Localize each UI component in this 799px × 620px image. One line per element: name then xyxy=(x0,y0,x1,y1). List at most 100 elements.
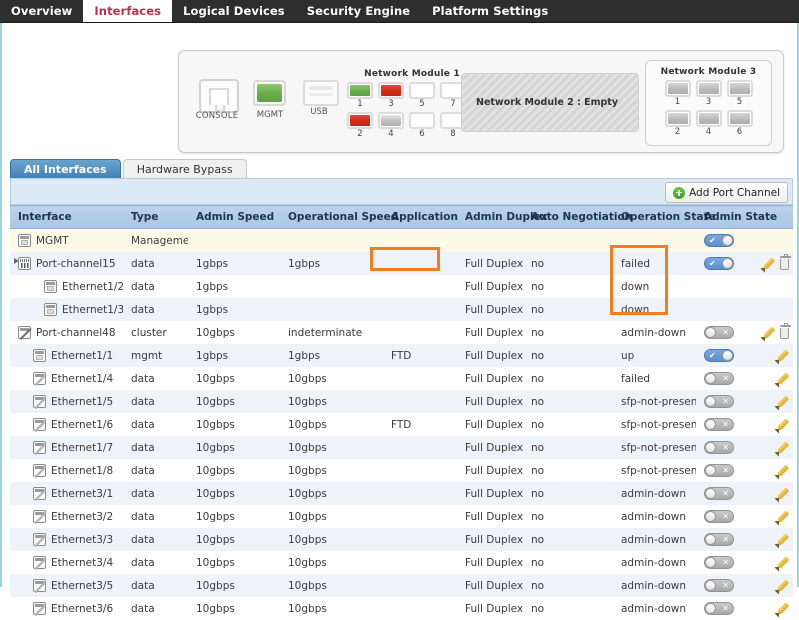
admin-state-toggle[interactable]: ✔ xyxy=(704,234,734,247)
table-row[interactable]: Ethernet1/7data10gbps10gbpsFull Duplexno… xyxy=(10,436,793,459)
cell-operational-speed xyxy=(280,229,383,253)
cell-operation-state: failed xyxy=(613,252,696,275)
port-module3-4[interactable] xyxy=(696,110,722,127)
port-module1-6[interactable] xyxy=(409,112,435,129)
edit-pencil-icon[interactable] xyxy=(776,395,789,408)
table-row[interactable]: Ethernet1/3data1gbpsFull Duplexnodown xyxy=(10,298,793,321)
edit-pencil-icon[interactable] xyxy=(762,326,775,339)
interface-name: Ethernet1/3 xyxy=(62,304,123,316)
cell-operational-speed: 10gbps xyxy=(280,413,383,436)
column-header-admin-speed[interactable]: Admin Speed xyxy=(188,206,280,229)
column-header-type[interactable]: Type xyxy=(123,206,188,229)
interface-name: Ethernet3/1 xyxy=(51,488,113,500)
admin-state-toggle[interactable]: ✕ xyxy=(704,372,734,385)
add-port-channel-button[interactable]: Add Port Channel xyxy=(665,182,788,203)
table-row[interactable]: Ethernet1/4data10gbps10gbpsFull Duplexno… xyxy=(10,367,793,390)
edit-pencil-icon[interactable] xyxy=(776,556,789,569)
table-row[interactable]: Port-channel15data1gbps1gbpsFull Duplexn… xyxy=(10,252,793,275)
admin-state-toggle[interactable]: ✕ xyxy=(704,441,734,454)
cell-auto-negotiation xyxy=(523,229,613,253)
port-module3-6[interactable] xyxy=(727,110,753,127)
table-row[interactable]: MGMTManagement✔ xyxy=(10,229,793,253)
admin-state-toggle[interactable]: ✕ xyxy=(704,464,734,477)
nav-tab-logical-devices[interactable]: Logical Devices xyxy=(172,0,296,22)
cell-auto-negotiation: no xyxy=(523,597,613,620)
cell-operation-state: sfp-not-present xyxy=(613,459,696,482)
mgmt-port-icon[interactable] xyxy=(253,80,286,106)
column-header-operational-speed[interactable]: Operational Speed xyxy=(280,206,383,229)
cell-auto-negotiation: no xyxy=(523,298,613,321)
subtab-all-interfaces[interactable]: All Interfaces xyxy=(10,159,121,179)
nav-tab-interfaces[interactable]: Interfaces xyxy=(83,0,172,22)
interface-name: Ethernet1/8 xyxy=(51,465,113,477)
column-header-auto-negotiation[interactable]: Auto Negotiation xyxy=(523,206,613,229)
column-header-application[interactable]: Application xyxy=(383,206,457,229)
cross-icon: ✕ xyxy=(722,396,729,407)
admin-state-toggle[interactable]: ✔ xyxy=(704,257,734,270)
port-module1-1[interactable] xyxy=(347,82,373,99)
delete-trash-icon[interactable] xyxy=(780,259,789,270)
table-row[interactable]: Ethernet1/1mgmt1gbps1gbpsFTDFull Duplexn… xyxy=(10,344,793,367)
edit-pencil-icon[interactable] xyxy=(762,257,775,270)
table-row[interactable]: Ethernet3/1data10gbps10gbpsFull Duplexno… xyxy=(10,482,793,505)
nav-tab-platform-settings[interactable]: Platform Settings xyxy=(421,0,559,22)
edit-pencil-icon[interactable] xyxy=(776,418,789,431)
subtab-hardware-bypass[interactable]: Hardware Bypass xyxy=(123,159,247,179)
toggle-knob xyxy=(722,258,733,269)
delete-trash-icon[interactable] xyxy=(780,328,789,339)
cell-application xyxy=(383,482,457,505)
table-body: MGMTManagement✔Port-channel15data1gbps1g… xyxy=(10,229,793,620)
network-module-2-title: Network Module 2 : Empty xyxy=(462,97,618,108)
table-row[interactable]: Ethernet3/2data10gbps10gbpsFull Duplexno… xyxy=(10,505,793,528)
edit-pencil-icon[interactable] xyxy=(776,510,789,523)
admin-state-toggle[interactable]: ✕ xyxy=(704,510,734,523)
port-module1-4[interactable] xyxy=(378,112,404,129)
table-row[interactable]: Ethernet3/4data10gbps10gbpsFull Duplexno… xyxy=(10,551,793,574)
edit-pencil-icon[interactable] xyxy=(776,487,789,500)
admin-state-toggle[interactable]: ✔ xyxy=(704,349,734,362)
port-module3-5[interactable] xyxy=(727,80,753,97)
table-row[interactable]: Ethernet1/6data10gbps10gbpsFTDFull Duple… xyxy=(10,413,793,436)
cell-interface: Ethernet1/1 xyxy=(10,344,123,367)
port-module3-2[interactable] xyxy=(665,110,691,127)
admin-state-toggle[interactable]: ✕ xyxy=(704,487,734,500)
admin-state-toggle[interactable]: ✕ xyxy=(704,395,734,408)
nav-tab-overview[interactable]: Overview xyxy=(0,0,83,22)
port-module1-3[interactable] xyxy=(378,82,404,99)
table-row[interactable]: Ethernet3/6data10gbps10gbpsFull Duplexno… xyxy=(10,597,793,620)
table-row[interactable]: Ethernet1/5data10gbps10gbpsFull Duplexno… xyxy=(10,390,793,413)
table-row[interactable]: Ethernet1/8data10gbps10gbpsFull Duplexno… xyxy=(10,459,793,482)
port-module3-1[interactable] xyxy=(665,80,691,97)
table-row[interactable]: Ethernet1/2data1gbpsFull Duplexnodown xyxy=(10,275,793,298)
admin-state-toggle[interactable]: ✕ xyxy=(704,326,734,339)
edit-pencil-icon[interactable] xyxy=(776,602,789,615)
port-module1-5[interactable] xyxy=(409,82,435,99)
table-row[interactable]: Ethernet3/3data10gbps10gbpsFull Duplexno… xyxy=(10,528,793,551)
column-header-admin-duplex[interactable]: Admin Duplex xyxy=(457,206,523,229)
edit-pencil-icon[interactable] xyxy=(776,372,789,385)
admin-state-toggle[interactable]: ✕ xyxy=(704,602,734,615)
edit-pencil-icon[interactable] xyxy=(776,441,789,454)
admin-state-toggle[interactable]: ✕ xyxy=(704,556,734,569)
column-header-interface[interactable]: Interface xyxy=(10,206,123,229)
table-row[interactable]: Port-channel48cluster10gbpsindeterminate… xyxy=(10,321,793,344)
column-header-admin-state[interactable]: Admin State xyxy=(696,206,793,229)
column-header-operation-state[interactable]: Operation State xyxy=(613,206,696,229)
port-module3-3[interactable] xyxy=(696,80,722,97)
interface-name: Ethernet3/2 xyxy=(51,511,113,523)
edit-pencil-icon[interactable] xyxy=(776,464,789,477)
nav-tab-security-engine[interactable]: Security Engine xyxy=(296,0,421,22)
admin-state-toggle[interactable]: ✕ xyxy=(704,418,734,431)
port-module1-2[interactable] xyxy=(347,112,373,129)
edit-pencil-icon[interactable] xyxy=(776,349,789,362)
cell-operation-state: sfp-not-present xyxy=(613,413,696,436)
console-port-icon xyxy=(199,79,239,113)
cell-admin-duplex: Full Duplex xyxy=(457,367,523,390)
cross-icon: ✕ xyxy=(722,557,729,568)
interface-subtabs: All InterfacesHardware Bypass xyxy=(10,159,793,179)
edit-pencil-icon[interactable] xyxy=(776,533,789,546)
admin-state-toggle[interactable]: ✕ xyxy=(704,533,734,546)
cell-application xyxy=(383,505,457,528)
ethernet-disabled-icon xyxy=(33,441,46,454)
cell-admin-speed: 10gbps xyxy=(188,413,280,436)
